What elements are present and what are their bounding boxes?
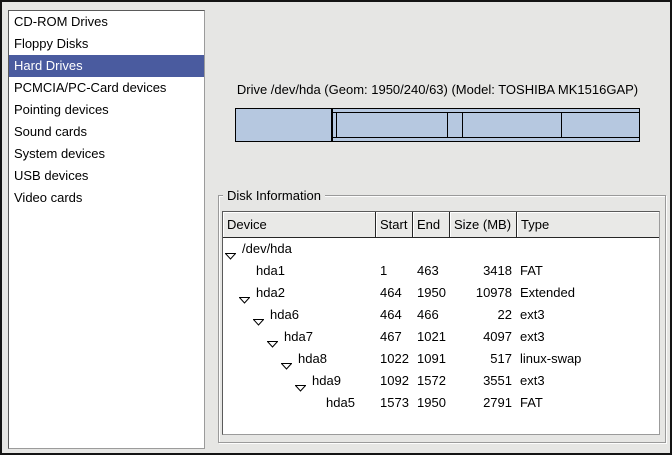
type-value: ext3: [517, 304, 659, 326]
device-name: hda9: [312, 370, 341, 392]
table-row-hda7[interactable]: hda7 467 1021 4097 ext3: [223, 326, 659, 348]
table-row-dev-hda[interactable]: /dev/hda: [223, 238, 659, 260]
start-value: 467: [376, 326, 413, 348]
device-name: hda6: [270, 304, 299, 326]
size-value: 517: [450, 348, 517, 370]
sidebar-item-system-devices[interactable]: System devices: [9, 143, 204, 165]
table-row-hda2[interactable]: hda2 464 1950 10978 Extended: [223, 282, 659, 304]
start-value: 1573: [376, 392, 413, 414]
end-value: [413, 238, 450, 260]
end-value: 1950: [413, 282, 450, 304]
end-value: 463: [413, 260, 450, 282]
expander-triangle-icon[interactable]: [253, 311, 264, 319]
type-value: ext3: [517, 326, 659, 348]
disk-information-groupbox: Disk Information Device Start End Size (…: [218, 195, 666, 443]
logical-partition-divider: [462, 113, 463, 137]
size-value: 3551: [450, 370, 517, 392]
table-row-hda8[interactable]: hda8 1022 1091 517 linux-swap: [223, 348, 659, 370]
sidebar-item-sound-cards[interactable]: Sound cards: [9, 121, 204, 143]
table-row-hda1[interactable]: hda1 1 463 3418 FAT: [223, 260, 659, 282]
table-row-hda5[interactable]: hda5 1573 1950 2791 FAT: [223, 392, 659, 414]
logical-partition-divider: [561, 113, 562, 137]
sidebar-item-pcmcia-devices[interactable]: PCMCIA/PC-Card devices: [9, 77, 204, 99]
expander-triangle-icon[interactable]: [295, 377, 306, 385]
column-header-device[interactable]: Device: [223, 212, 376, 238]
type-value: FAT: [517, 260, 659, 282]
partition-segment-extended: [332, 109, 639, 141]
expander-triangle-icon[interactable]: [281, 355, 292, 363]
sidebar-item-hard-drives[interactable]: Hard Drives: [9, 55, 204, 77]
column-header-size[interactable]: Size (MB): [450, 212, 517, 238]
sidebar-item-floppy-disks[interactable]: Floppy Disks: [9, 33, 204, 55]
type-value: Extended: [517, 282, 659, 304]
size-value: 22: [450, 304, 517, 326]
sidebar-item-cdrom-drives[interactable]: CD-ROM Drives: [9, 11, 204, 33]
sidebar-item-video-cards[interactable]: Video cards: [9, 187, 204, 209]
start-value: 1: [376, 260, 413, 282]
expander-triangle-icon[interactable]: [225, 245, 236, 253]
disk-information-table: Device Start End Size (MB) Type /dev/hda: [222, 211, 660, 435]
sidebar-item-pointing-devices[interactable]: Pointing devices: [9, 99, 204, 121]
end-value: 466: [413, 304, 450, 326]
extended-partition-inner: [333, 112, 639, 138]
device-name: hda8: [298, 348, 327, 370]
logical-partition-divider: [336, 113, 337, 137]
device-name: hda1: [256, 260, 285, 282]
size-value: 4097: [450, 326, 517, 348]
drive-partition-bar: [235, 108, 640, 142]
device-name: /dev/hda: [242, 238, 292, 260]
expander-triangle-icon[interactable]: [267, 333, 278, 341]
type-value: linux-swap: [517, 348, 659, 370]
partition-segment-primary: [236, 109, 332, 141]
start-value: 464: [376, 304, 413, 326]
end-value: 1950: [413, 392, 450, 414]
disk-information-label: Disk Information: [223, 188, 325, 203]
end-value: 1091: [413, 348, 450, 370]
table-row-hda6[interactable]: hda6 464 466 22 ext3: [223, 304, 659, 326]
sidebar-item-usb-devices[interactable]: USB devices: [9, 165, 204, 187]
column-header-start[interactable]: Start: [376, 212, 413, 238]
table-row-hda9[interactable]: hda9 1092 1572 3551 ext3: [223, 370, 659, 392]
table-body: /dev/hda hda1 1 463 3418 FAT: [223, 238, 659, 414]
start-value: 464: [376, 282, 413, 304]
logical-partition-divider: [447, 113, 448, 137]
type-value: FAT: [517, 392, 659, 414]
drive-geometry-label: Drive /dev/hda (Geom: 1950/240/63) (Mode…: [235, 82, 640, 98]
type-value: ext3: [517, 370, 659, 392]
type-value: [517, 238, 659, 260]
column-header-type[interactable]: Type: [517, 212, 659, 238]
device-name: hda2: [256, 282, 285, 304]
start-value: [376, 238, 413, 260]
size-value: [450, 238, 517, 260]
hardware-browser-window: CD-ROM Drives Floppy Disks Hard Drives P…: [0, 0, 672, 455]
hardware-category-list: CD-ROM Drives Floppy Disks Hard Drives P…: [8, 10, 205, 449]
size-value: 3418: [450, 260, 517, 282]
table-header-row: Device Start End Size (MB) Type: [223, 212, 659, 238]
start-value: 1092: [376, 370, 413, 392]
end-value: 1572: [413, 370, 450, 392]
size-value: 2791: [450, 392, 517, 414]
device-name: hda7: [284, 326, 313, 348]
device-name: hda5: [326, 392, 355, 414]
start-value: 1022: [376, 348, 413, 370]
column-header-end[interactable]: End: [413, 212, 450, 238]
expander-triangle-icon[interactable]: [239, 289, 250, 297]
end-value: 1021: [413, 326, 450, 348]
size-value: 10978: [450, 282, 517, 304]
